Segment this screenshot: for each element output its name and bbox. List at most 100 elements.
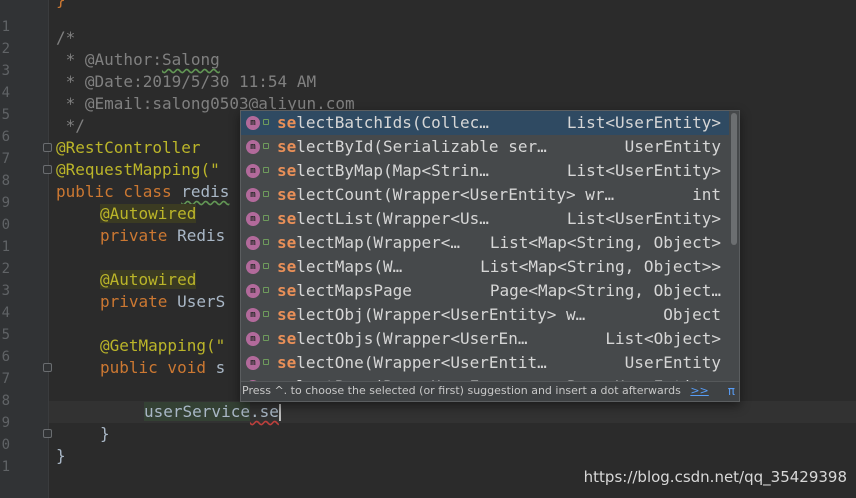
method-icon: m xyxy=(246,212,260,226)
completion-item[interactable]: m selectObj(Wrapper<UserEntity> w… Object xyxy=(241,303,729,327)
completion-item[interactable]: m selectOne(Wrapper<UserEntit… UserEntity xyxy=(241,351,729,375)
method-icon: m xyxy=(246,188,260,202)
completion-item[interactable]: m selectById(Serializable ser… UserEntity xyxy=(241,135,729,159)
fold-marker-icon[interactable] xyxy=(43,363,52,372)
line-number: 9 xyxy=(1,415,10,431)
code-line: @Autowired xyxy=(100,270,197,289)
completion-item[interactable]: m selectCount(Wrapper<UserEntity> wr… int xyxy=(241,183,729,207)
method-icon: m xyxy=(246,260,260,274)
completion-item-name: selectOne(Wrapper<UserEntit… xyxy=(277,353,547,372)
line-number-gutter: 1 2 3 4 5 6 7 8 9 0 1 2 3 4 5 6 7 8 9 0 … xyxy=(0,0,52,498)
code-line: public void s xyxy=(100,358,226,377)
completion-item-name: selectObjs(Wrapper<UserEn… xyxy=(277,329,528,348)
line-number: 0 xyxy=(1,217,10,233)
completion-item-type: List<Object> xyxy=(605,329,721,348)
method-icon: m xyxy=(246,332,260,346)
completion-item-type: List<Map<String, Object>> xyxy=(480,257,721,276)
public-access-icon xyxy=(263,167,269,173)
line-number: 1 xyxy=(1,459,10,475)
line-number: 8 xyxy=(1,173,10,189)
method-icon: m xyxy=(246,308,260,322)
method-icon: m xyxy=(246,140,260,154)
completion-item-name: selectCount(Wrapper<UserEntity> wr… xyxy=(277,185,615,204)
code-line: @RestController xyxy=(56,138,201,157)
completion-hint: Press ^. to choose the selected (or firs… xyxy=(241,381,739,401)
completion-item-type: List<UserEntity> xyxy=(566,161,721,180)
line-number: 7 xyxy=(1,371,10,387)
code-line: } xyxy=(56,446,66,465)
line-number: 4 xyxy=(1,305,10,321)
code-line: @GetMapping(" xyxy=(100,336,226,355)
completion-item-type: int xyxy=(692,185,721,204)
fold-marker-icon[interactable] xyxy=(43,165,52,174)
completion-item[interactable]: m selectMap(Wrapper<… List<Map<String, Obj… xyxy=(241,231,729,255)
code-line: private Redis xyxy=(100,226,226,245)
pi-icon[interactable]: π xyxy=(728,382,735,400)
code-line: */ xyxy=(56,116,85,135)
line-number: 1 xyxy=(1,239,10,255)
code-line: public class redis xyxy=(56,182,230,201)
code-line: /* xyxy=(56,28,76,47)
public-access-icon xyxy=(263,335,269,341)
completion-item-name: selectMap(Wrapper<… xyxy=(277,233,461,252)
line-number: 3 xyxy=(1,63,10,79)
method-icon: m xyxy=(246,236,260,250)
method-icon: m xyxy=(246,356,260,370)
completion-item[interactable]: m selectList(Wrapper<Us… List<UserEntity> xyxy=(241,207,729,231)
completion-item-type: List<UserEntity> xyxy=(566,209,721,228)
popup-scrollbar[interactable] xyxy=(731,113,737,245)
line-number: 5 xyxy=(1,107,10,123)
completion-item[interactable]: m selectMapsPage Page<Map<String, Object… xyxy=(241,279,729,303)
line-number: 9 xyxy=(1,195,10,211)
line-number: 3 xyxy=(1,283,10,299)
line-number: 7 xyxy=(1,151,10,167)
completion-item-name: selectBatchIds(Collec… xyxy=(277,113,489,132)
code-line: private UserS xyxy=(100,292,226,311)
completion-item-name: selectMapsPage xyxy=(277,281,412,300)
line-number: 6 xyxy=(1,129,10,145)
completion-item-name: selectById(Serializable ser… xyxy=(277,137,547,156)
completion-item-type: Object xyxy=(663,305,721,324)
text-caret xyxy=(278,404,281,421)
code-line: userService.se xyxy=(144,402,281,421)
public-access-icon xyxy=(263,215,269,221)
line-number: 2 xyxy=(1,41,10,57)
completion-item[interactable]: m selectBatchIds(Collec… List<UserEntity> xyxy=(241,111,729,135)
completion-item-name: selectList(Wrapper<Us… xyxy=(277,209,489,228)
fold-marker-icon[interactable] xyxy=(43,429,52,438)
line-number: 5 xyxy=(1,327,10,343)
completion-item[interactable]: m selectByMap(Map<Strin… List<UserEntity> xyxy=(241,159,729,183)
more-hints-link[interactable]: >> xyxy=(690,384,708,397)
method-icon: m xyxy=(246,164,260,178)
completion-item-type: List<UserEntity> xyxy=(566,113,721,132)
public-access-icon xyxy=(263,191,269,197)
code-line: @Autowired xyxy=(100,204,197,223)
fold-marker-icon[interactable] xyxy=(43,143,52,152)
public-access-icon xyxy=(263,239,269,245)
line-number: 4 xyxy=(1,85,10,101)
public-access-icon xyxy=(263,143,269,149)
line-number: 6 xyxy=(1,349,10,365)
code-line: * @Date:2019/5/30 11:54 AM xyxy=(56,72,317,91)
code-completion-popup[interactable]: m selectBatchIds(Collec… List<UserEntity> m… xyxy=(240,110,740,402)
line-number: 2 xyxy=(1,261,10,277)
public-access-icon xyxy=(263,263,269,269)
public-access-icon xyxy=(263,311,269,317)
public-access-icon xyxy=(263,359,269,365)
line-number: 0 xyxy=(1,437,10,453)
completion-item[interactable]: m selectObjs(Wrapper<UserEn… List<Object> xyxy=(241,327,729,351)
completion-item-name: selectMaps(W… xyxy=(277,257,403,276)
code-line: * @Author:Salong xyxy=(56,50,220,69)
line-number: 1 xyxy=(1,19,10,35)
line-number: 8 xyxy=(1,393,10,409)
code-line: @RequestMapping(" xyxy=(56,160,220,179)
completion-item-name: selectObj(Wrapper<UserEntity> w… xyxy=(277,305,586,324)
public-access-icon xyxy=(263,287,269,293)
completion-item-type: UserEntity xyxy=(624,137,721,156)
completion-item[interactable]: m selectMaps(W… List<Map<String, Object>> xyxy=(241,255,729,279)
completion-list[interactable]: m selectBatchIds(Collec… List<UserEntity> m… xyxy=(241,111,729,383)
public-access-icon xyxy=(263,119,269,125)
completion-item-type: List<Map<String, Object> xyxy=(489,233,721,252)
completion-item-name: selectByMap(Map<Strin… xyxy=(277,161,489,180)
code-line: } xyxy=(56,0,66,11)
